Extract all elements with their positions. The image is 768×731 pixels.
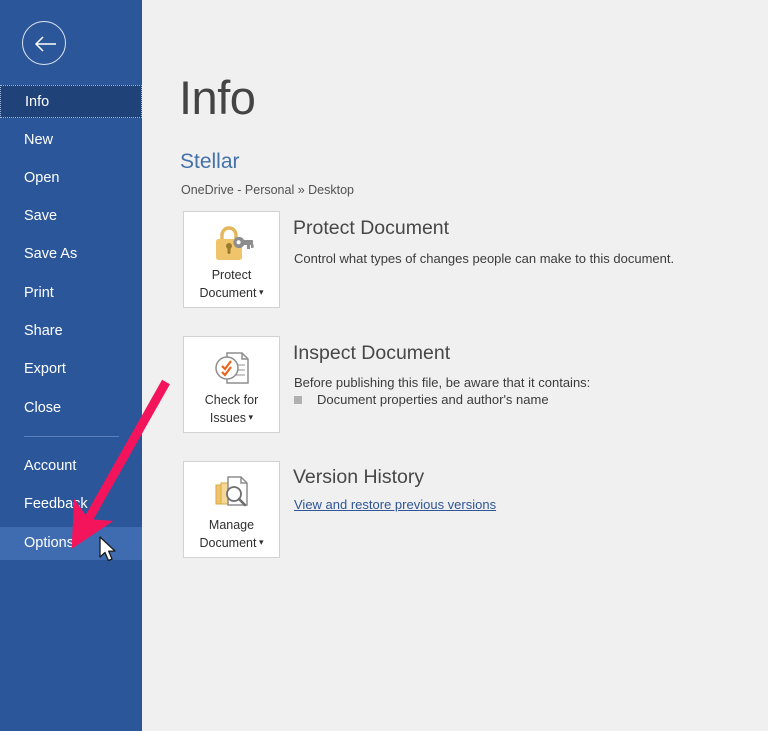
sidebar-item-print[interactable]: Print xyxy=(0,277,142,310)
sidebar-item-label: Share xyxy=(24,323,63,339)
bullet-square-icon xyxy=(294,396,302,404)
sidebar-item-feedback[interactable]: Feedback xyxy=(0,488,142,521)
page-title: Info xyxy=(179,74,255,121)
back-arrow-icon xyxy=(32,31,58,57)
sidebar-item-open[interactable]: Open xyxy=(0,162,142,195)
view-restore-versions-link[interactable]: View and restore previous versions xyxy=(294,497,496,512)
protect-document-button-label: Protect Document ▾ xyxy=(184,267,279,302)
inspect-document-heading: Inspect Document xyxy=(293,342,450,365)
sidebar-item-share[interactable]: Share xyxy=(0,315,142,348)
sidebar-item-label: Open xyxy=(24,170,59,186)
sidebar-item-label: Feedback xyxy=(24,496,88,512)
sidebar-item-save-as[interactable]: Save As xyxy=(0,238,142,271)
sidebar-item-label: Export xyxy=(24,361,66,377)
protect-document-heading: Protect Document xyxy=(293,217,449,240)
sidebar-item-export[interactable]: Export xyxy=(0,353,142,386)
document-path-breadcrumb: OneDrive - Personal » Desktop xyxy=(181,183,354,197)
backstage-main: Info Stellar OneDrive - Personal » Deskt… xyxy=(142,0,768,731)
check-for-issues-button-label: Check for Issues ▾ xyxy=(184,392,279,427)
sidebar-item-label: Print xyxy=(24,285,54,301)
manage-document-button[interactable]: Manage Document ▾ xyxy=(183,461,280,558)
sidebar-item-label: New xyxy=(24,132,53,148)
sidebar-item-label: Info xyxy=(25,94,49,110)
sidebar-item-label: Save As xyxy=(24,246,77,262)
sidebar-item-save[interactable]: Save xyxy=(0,200,142,233)
protect-document-description: Control what types of changes people can… xyxy=(294,251,674,266)
lock-and-key-icon xyxy=(210,222,254,264)
sidebar-item-close[interactable]: Close xyxy=(0,392,142,425)
sidebar-item-new[interactable]: New xyxy=(0,124,142,157)
sidebar-item-account[interactable]: Account xyxy=(0,450,142,483)
manage-document-button-label: Manage Document ▾ xyxy=(184,517,279,552)
inspect-bullet-text: Document properties and author's name xyxy=(317,392,549,407)
nav-separator xyxy=(24,436,119,437)
sidebar-item-label: Account xyxy=(24,458,76,474)
chevron-down-icon: ▾ xyxy=(256,287,263,297)
sidebar-item-options[interactable]: Options xyxy=(0,527,142,560)
sidebar-item-label: Close xyxy=(24,400,61,416)
sidebar-item-label: Save xyxy=(24,208,57,224)
protect-document-button[interactable]: Protect Document ▾ xyxy=(183,211,280,308)
back-arrow-button[interactable] xyxy=(22,21,66,65)
inspect-document-bullet: Document properties and author's name xyxy=(294,392,549,407)
document-name: Stellar xyxy=(180,150,240,174)
sidebar-item-info[interactable]: Info xyxy=(0,85,142,118)
document-stack-search-icon xyxy=(211,472,253,514)
sidebar-item-label: Options xyxy=(24,535,74,551)
backstage-sidebar: Info New Open Save Save As Print Share Export Cl… xyxy=(0,0,142,731)
chevron-down-icon: ▾ xyxy=(246,412,253,422)
inspect-document-description: Before publishing this file, be aware th… xyxy=(294,375,590,390)
check-for-issues-button[interactable]: Check for Issues ▾ xyxy=(183,336,280,433)
chevron-down-icon: ▾ xyxy=(256,537,263,547)
backstage-view: Info New Open Save Save As Print Share Export Cl… xyxy=(0,0,768,731)
document-checklist-icon xyxy=(211,347,253,389)
version-history-heading: Version History xyxy=(293,466,424,489)
